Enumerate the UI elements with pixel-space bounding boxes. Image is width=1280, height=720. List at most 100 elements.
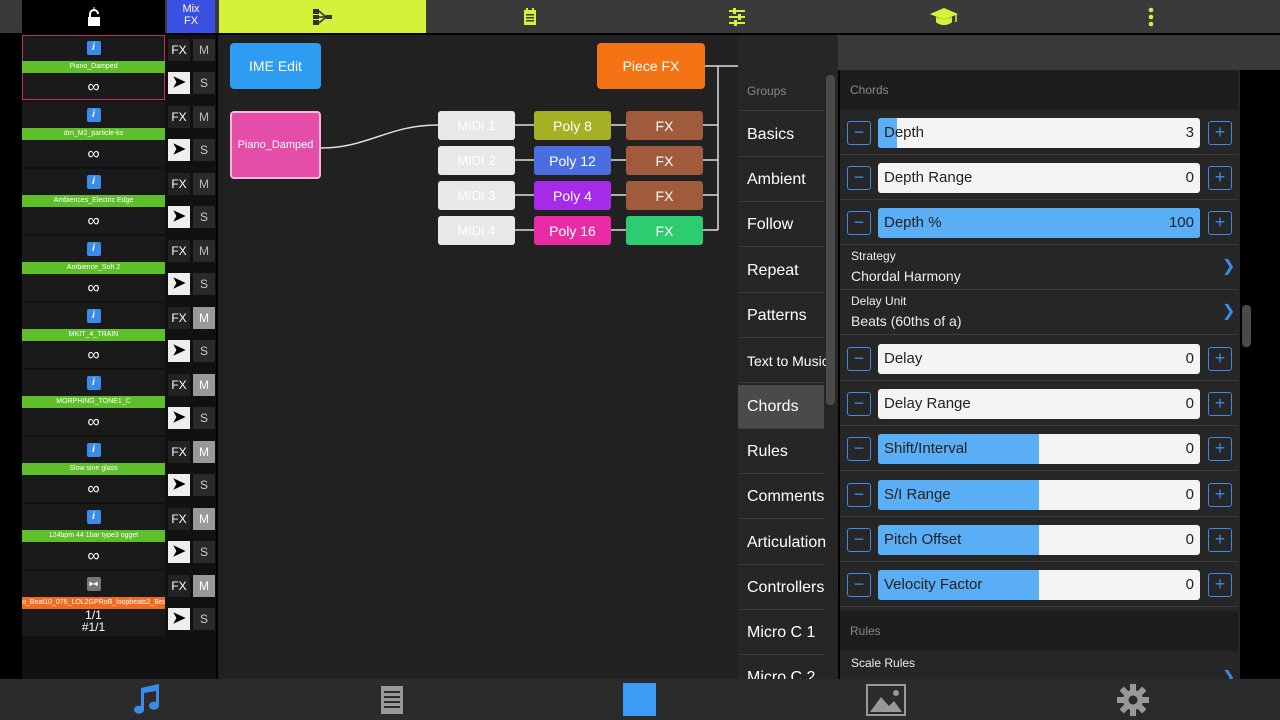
play-icon[interactable]: ➤ <box>168 72 190 94</box>
track-solo-button[interactable]: S <box>193 340 215 362</box>
track-fx-button[interactable]: FX <box>168 374 190 396</box>
info-icon[interactable]: i <box>86 309 101 323</box>
increment-button[interactable]: + <box>1208 483 1232 507</box>
shift-interval-slider[interactable]: Shift/Interval 0 <box>878 434 1200 464</box>
image-icon[interactable] <box>840 679 932 720</box>
waveform-icon[interactable]: ▸◂ <box>86 577 101 591</box>
track-fx-button[interactable]: FX <box>168 106 190 128</box>
track-mute-button[interactable]: M <box>193 307 215 329</box>
track-mute-button[interactable]: M <box>193 240 215 262</box>
track-solo-button[interactable]: S <box>193 273 215 295</box>
info-icon[interactable]: i <box>86 108 101 122</box>
ime-edit-button[interactable]: IME Edit <box>230 43 321 89</box>
poly-node[interactable]: Poly 16 <box>534 216 611 245</box>
play-icon[interactable]: ➤ <box>168 340 190 362</box>
fx-node[interactable]: FX <box>626 111 703 140</box>
track-mute-button[interactable]: M <box>193 575 215 597</box>
depth-range-slider[interactable]: Depth Range 0 <box>878 163 1200 193</box>
track-fx-button[interactable]: FX <box>168 441 190 463</box>
overflow-menu-icon[interactable] <box>1047 0 1254 33</box>
decrement-button[interactable]: − <box>847 437 871 461</box>
increment-button[interactable]: + <box>1208 437 1232 461</box>
track-solo-button[interactable]: S <box>193 206 215 228</box>
group-item-articulation[interactable]: Articulation <box>738 521 826 565</box>
group-item-basics[interactable]: Basics <box>738 113 824 157</box>
play-icon[interactable]: ➤ <box>168 608 190 630</box>
tab-learn[interactable] <box>840 0 1047 33</box>
group-item-controllers[interactable]: Controllers <box>738 566 824 610</box>
info-icon[interactable]: i <box>86 510 101 524</box>
poly-node[interactable]: Poly 8 <box>534 111 611 140</box>
group-item-rules[interactable]: Rules <box>738 430 824 474</box>
decrement-button[interactable]: − <box>847 347 871 371</box>
track-fx-button[interactable]: FX <box>168 508 190 530</box>
track-solo-button[interactable]: S <box>193 608 215 630</box>
poly-node[interactable]: Poly 4 <box>534 181 611 210</box>
track-fx-button[interactable]: FX <box>168 575 190 597</box>
track-solo-button[interactable]: S <box>193 72 215 94</box>
fx-node[interactable]: FX <box>626 216 703 245</box>
decrement-button[interactable]: − <box>847 392 871 416</box>
play-icon[interactable]: ➤ <box>168 206 190 228</box>
info-icon[interactable]: i <box>86 376 101 390</box>
play-icon[interactable]: ➤ <box>168 541 190 563</box>
midi-node[interactable]: MIDI 4 <box>438 216 515 245</box>
group-item-ambient[interactable]: Ambient <box>738 158 824 202</box>
fx-node[interactable]: FX <box>626 181 703 210</box>
lock-icon[interactable] <box>22 0 165 33</box>
group-item-text-to-music[interactable]: Text to Music <box>738 339 829 383</box>
gear-icon[interactable] <box>1087 679 1179 720</box>
group-item-comments[interactable]: Comments <box>738 475 824 519</box>
music-note-icon[interactable] <box>100 679 192 720</box>
play-icon[interactable]: ➤ <box>168 474 190 496</box>
document-icon[interactable] <box>346 679 438 720</box>
group-item-patterns[interactable]: Patterns <box>738 294 824 338</box>
track-fx-button[interactable]: FX <box>168 240 190 262</box>
piece-fx-button[interactable]: Piece FX <box>597 43 705 89</box>
group-item-repeat[interactable]: Repeat <box>738 249 824 293</box>
increment-button[interactable]: + <box>1208 166 1232 190</box>
track-mute-button[interactable]: M <box>193 173 215 195</box>
group-item-micro-c1[interactable]: Micro C 1 <box>738 611 824 655</box>
increment-button[interactable]: + <box>1208 528 1232 552</box>
mix-fx-button[interactable]: Mix FX <box>167 0 215 33</box>
track-solo-button[interactable]: S <box>193 407 215 429</box>
square-icon[interactable] <box>593 679 685 720</box>
info-icon[interactable]: i <box>86 443 101 457</box>
si-range-slider[interactable]: S/I Range 0 <box>878 480 1200 510</box>
delay-unit-select[interactable]: Delay Unit Beats (60ths of a) ❯ <box>840 291 1238 335</box>
increment-button[interactable]: + <box>1208 392 1232 416</box>
track-fx-button[interactable]: FX <box>168 39 190 61</box>
depth-percent-slider[interactable]: Depth % 100 <box>878 208 1200 238</box>
track-mute-button[interactable]: M <box>193 106 215 128</box>
group-item-micro-c2[interactable]: Micro C 2 <box>738 656 824 680</box>
tab-routing[interactable] <box>219 0 426 33</box>
decrement-button[interactable]: − <box>847 573 871 597</box>
midi-node[interactable]: MIDI 2 <box>438 146 515 175</box>
tab-sliders[interactable] <box>633 0 840 33</box>
scale-rules-select[interactable]: Scale Rules ❯ <box>840 653 1238 679</box>
delay-range-slider[interactable]: Delay Range 0 <box>878 389 1200 419</box>
group-item-chords[interactable]: Chords <box>738 385 824 429</box>
decrement-button[interactable]: − <box>847 121 871 145</box>
decrement-button[interactable]: − <box>847 211 871 235</box>
increment-button[interactable]: + <box>1208 573 1232 597</box>
track-fx-button[interactable]: FX <box>168 307 190 329</box>
instrument-node[interactable]: Piano_Damped <box>230 111 321 179</box>
decrement-button[interactable]: − <box>847 483 871 507</box>
play-icon[interactable]: ➤ <box>168 407 190 429</box>
midi-node[interactable]: MIDI 3 <box>438 181 515 210</box>
poly-node[interactable]: Poly 12 <box>534 146 611 175</box>
track-mute-button[interactable]: M <box>193 508 215 530</box>
info-icon[interactable]: i <box>86 175 101 189</box>
track-solo-button[interactable]: S <box>193 139 215 161</box>
fx-node[interactable]: FX <box>626 146 703 175</box>
pitch-offset-slider[interactable]: Pitch Offset 0 <box>878 525 1200 555</box>
play-icon[interactable]: ➤ <box>168 273 190 295</box>
track-mute-button[interactable]: M <box>193 374 215 396</box>
params-scrollbar[interactable] <box>1242 305 1251 347</box>
play-icon[interactable]: ➤ <box>168 139 190 161</box>
track-mute-button[interactable]: M <box>193 441 215 463</box>
info-icon[interactable]: i <box>86 41 101 55</box>
info-icon[interactable]: i <box>86 242 101 256</box>
